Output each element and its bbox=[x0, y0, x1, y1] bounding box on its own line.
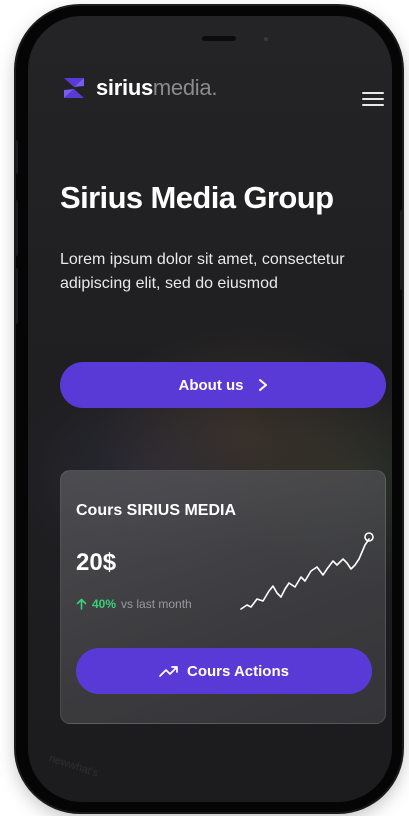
stock-card: Cours SIRIUS MEDIA 20$ 40% vs last month… bbox=[60, 470, 386, 724]
sirius-logo-icon bbox=[64, 78, 84, 98]
brand-name: siriusmedia. bbox=[96, 75, 217, 101]
menu-line bbox=[362, 104, 384, 106]
hero-description: Lorem ipsum dolor sit amet, consectetur … bbox=[60, 251, 345, 292]
brand-name-light: media. bbox=[152, 75, 218, 100]
change-percent: 40% bbox=[92, 597, 117, 611]
watermark: newwhat's bbox=[47, 752, 100, 780]
change-label: vs last month bbox=[121, 597, 192, 611]
hero-title: Sirius Media Group bbox=[60, 180, 334, 215]
phone-power-button bbox=[400, 210, 404, 290]
phone-volume-up-button bbox=[14, 200, 18, 256]
change-stat: 40% vs last month bbox=[76, 597, 192, 611]
about-us-label: About us bbox=[178, 376, 244, 394]
earpiece-speaker bbox=[202, 36, 236, 41]
chevron-right-icon bbox=[258, 379, 267, 391]
hamburger-menu-icon[interactable] bbox=[362, 90, 384, 108]
trending-up-icon bbox=[159, 666, 178, 677]
cours-actions-button[interactable]: Cours Actions bbox=[76, 648, 372, 694]
front-camera bbox=[264, 37, 268, 41]
menu-line bbox=[362, 98, 384, 100]
phone-volume-down-button bbox=[14, 268, 18, 324]
about-us-button[interactable]: About us bbox=[60, 362, 386, 408]
menu-line bbox=[362, 92, 384, 94]
price-sparkline bbox=[240, 532, 374, 610]
card-price: 20$ bbox=[76, 549, 117, 576]
brand-logo[interactable]: siriusmedia. bbox=[60, 72, 217, 104]
cours-actions-label: Cours Actions bbox=[187, 662, 289, 680]
phone-side-button bbox=[14, 140, 18, 174]
brand-name-bold: sirius bbox=[96, 75, 153, 100]
arrow-up-icon bbox=[76, 598, 87, 610]
phone-screen: siriusmedia. Sirius Media Group Lorem ip… bbox=[28, 16, 392, 802]
card-title: Cours SIRIUS MEDIA bbox=[76, 502, 237, 519]
